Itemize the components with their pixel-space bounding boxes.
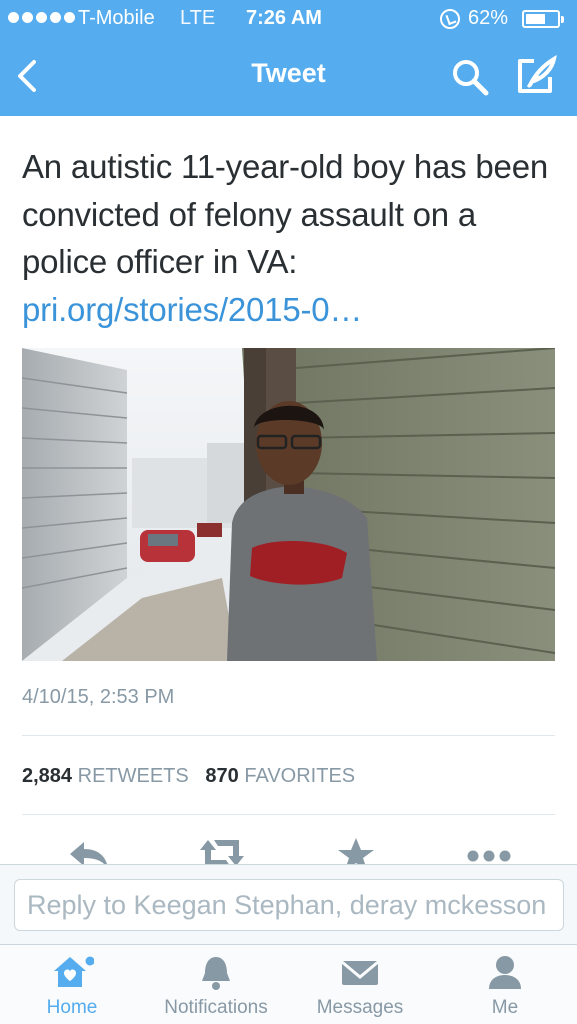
- tweet-stats: 2,884 RETWEETS 870 FAVORITES: [22, 765, 355, 788]
- divider: [22, 814, 555, 815]
- carrier-name: T-Mobile: [78, 7, 155, 29]
- retweet-icon: [200, 840, 244, 866]
- network-type: LTE: [180, 7, 216, 29]
- reply-input[interactable]: [15, 880, 563, 930]
- battery-percent: 62%: [468, 7, 509, 29]
- retweets-stat[interactable]: 2,884 RETWEETS: [22, 765, 189, 787]
- more-icon: [467, 850, 511, 862]
- favorites-label: FAVORITES: [244, 765, 356, 787]
- favorites-count: 870: [205, 765, 239, 787]
- tweet-photo[interactable]: [22, 348, 555, 661]
- tweet-timestamp: 4/10/15, 2:53 PM: [22, 686, 175, 708]
- tweet-body: An autistic 11-year-old boy has been con…: [22, 148, 549, 280]
- search-button[interactable]: [450, 57, 490, 97]
- envelope-icon: [341, 960, 379, 985]
- favorite-button[interactable]: [336, 838, 376, 866]
- search-icon: [453, 60, 489, 96]
- tab-me[interactable]: Me: [464, 945, 546, 1024]
- boy-in-alley-photo: [22, 348, 555, 661]
- tweet-link[interactable]: pri.org/stories/2015-0…: [22, 291, 362, 328]
- compose-icon: [518, 54, 557, 93]
- page-title: Tweet: [251, 58, 326, 88]
- battery-icon: [522, 10, 564, 28]
- divider: [22, 735, 555, 736]
- favorites-stat[interactable]: 870 FAVORITES: [205, 765, 355, 787]
- signal-strength-icon: [8, 12, 75, 23]
- status-bar: T-Mobile LTE 7:26 AM 62%: [0, 0, 577, 38]
- person-icon: [489, 956, 521, 989]
- more-button[interactable]: [466, 838, 512, 866]
- star-icon: [338, 838, 374, 866]
- top-bar: T-Mobile LTE 7:26 AM 62% Tweet: [0, 0, 577, 116]
- compose-button[interactable]: [514, 54, 558, 97]
- home-icon: [54, 956, 94, 987]
- reply-bar: [0, 864, 577, 944]
- tab-label: Me: [491, 997, 519, 1018]
- tab-label: Home: [46, 997, 98, 1018]
- reply-button[interactable]: [66, 838, 110, 866]
- tweet-text: An autistic 11-year-old boy has been con…: [22, 143, 552, 333]
- tab-bar: Home Notifications Messages Me: [0, 944, 577, 1024]
- retweet-button[interactable]: [196, 838, 248, 866]
- tab-label: Notifications: [164, 997, 268, 1018]
- tweet-actions: [0, 836, 577, 866]
- tab-messages[interactable]: Messages: [306, 945, 414, 1024]
- retweets-count: 2,884: [22, 765, 73, 787]
- reply-box[interactable]: [14, 879, 564, 931]
- bell-icon: [202, 957, 230, 990]
- reply-icon: [70, 842, 108, 866]
- tab-notifications[interactable]: Notifications: [148, 945, 284, 1024]
- status-time: 7:26 AM: [246, 7, 322, 29]
- rotation-lock-icon: [440, 9, 460, 29]
- tab-home[interactable]: Home: [22, 945, 122, 1024]
- retweets-label: RETWEETS: [77, 765, 189, 787]
- tab-label: Messages: [316, 997, 404, 1018]
